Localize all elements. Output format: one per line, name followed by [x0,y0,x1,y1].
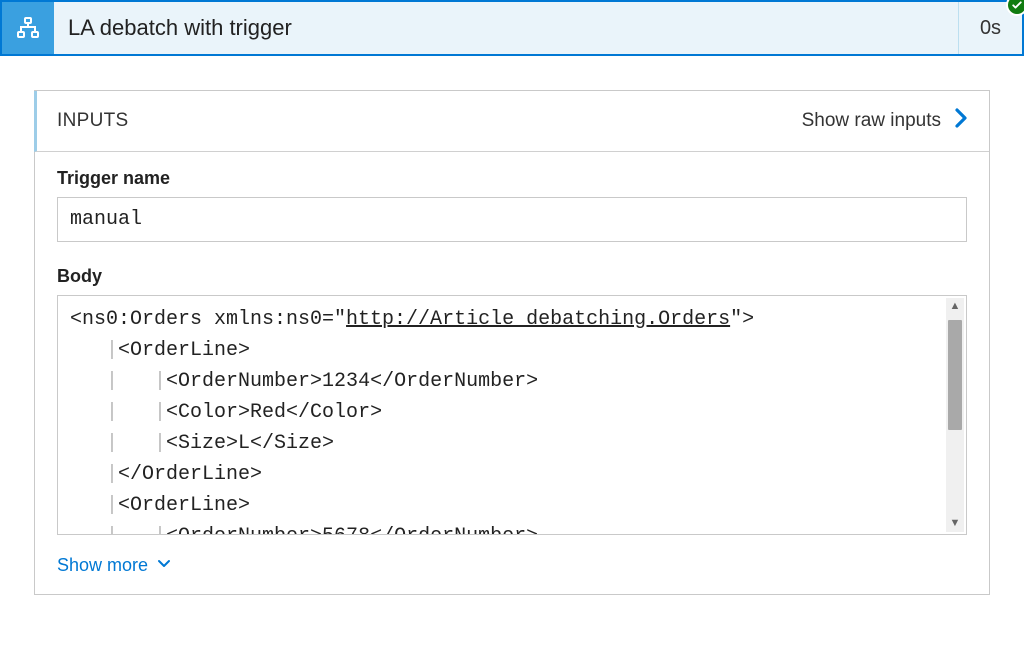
body-line-6: </OrderLine> [118,463,262,486]
workflow-icon [2,2,54,54]
show-more-label: Show more [57,555,148,576]
scroll-down-icon[interactable]: ▼ [950,518,961,529]
scroll-thumb[interactable] [948,320,962,430]
body-line-7: <OrderLine> [118,494,250,517]
trigger-name-field[interactable] [57,197,967,242]
action-header[interactable]: LA debatch with trigger 0s [0,0,1024,56]
inputs-title: INPUTS [57,110,128,132]
body-line-1-url: http://Article_debatching.Orders [346,308,730,331]
body-line-3: <OrderNumber>1234</OrderNumber> [166,370,538,393]
body-line-4: <Color>Red</Color> [166,401,382,424]
trigger-name-label: Trigger name [57,168,967,189]
body-line-8: <OrderNumber>5678</OrderNumber> [166,525,538,534]
chevron-right-icon [953,107,969,135]
show-raw-inputs-button[interactable]: Show raw inputs [802,107,969,135]
body-scrollbar[interactable]: ▲ ▼ [946,298,964,532]
body-line-1a: <ns0:Orders xmlns:ns0=" [70,308,346,331]
show-more-button[interactable]: Show more [57,555,172,576]
body-line-2: <OrderLine> [118,339,250,362]
inputs-panel: INPUTS Show raw inputs Trigger name Body… [34,90,990,595]
body-content[interactable]: <ns0:Orders xmlns:ns0="http://Article_de… [58,296,966,534]
body-line-1b: "> [730,308,754,331]
inputs-section-header: INPUTS Show raw inputs [34,91,989,152]
body-label: Body [57,266,967,287]
show-raw-inputs-label: Show raw inputs [802,110,941,132]
scroll-up-icon[interactable]: ▲ [950,301,961,312]
action-title: LA debatch with trigger [54,2,958,54]
inputs-section-body: Trigger name Body <ns0:Orders xmlns:ns0=… [35,152,989,594]
chevron-down-icon [156,555,172,576]
body-content-box: <ns0:Orders xmlns:ns0="http://Article_de… [57,295,967,535]
body-line-5: <Size>L</Size> [166,432,334,455]
